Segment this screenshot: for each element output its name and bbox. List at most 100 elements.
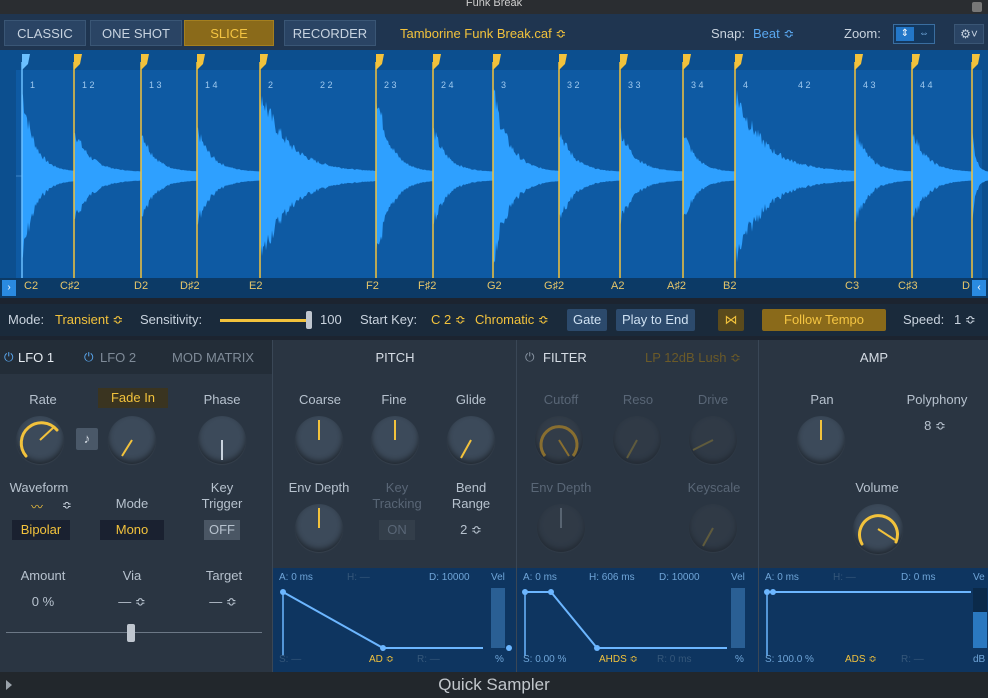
filter-env-hold[interactable]: H: 606 ms <box>589 572 635 583</box>
pitch-env-hold[interactable]: H: — <box>347 572 370 583</box>
amp-env-type-menu[interactable]: ADS ≎ <box>845 654 877 665</box>
fade-in-button[interactable]: Fade In <box>98 388 168 408</box>
mode-slice-button[interactable]: SLICE <box>184 20 274 46</box>
slice-flag-icon[interactable] <box>260 54 268 70</box>
play-to-end-button[interactable]: Play to End <box>616 309 695 331</box>
start-key-menu[interactable]: C 2 ≎ <box>431 312 466 328</box>
phase-knob[interactable] <box>198 416 246 464</box>
pitch-vel-slider[interactable] <box>491 588 505 648</box>
waveform-stepper-icon[interactable]: ≎ <box>62 498 72 512</box>
filter-env-decay[interactable]: D: 10000 <box>659 572 700 583</box>
pitch-env-attack[interactable]: A: 0 ms <box>279 572 313 583</box>
polyphony-menu[interactable]: 8 ≎ <box>915 418 955 434</box>
tab-mod-matrix[interactable]: MOD MATRIX <box>172 350 254 365</box>
snap-label: Snap: <box>711 26 745 41</box>
slice-flag-icon[interactable] <box>855 54 863 70</box>
sensitivity-slider[interactable] <box>220 319 312 322</box>
slice-flag-icon[interactable] <box>620 54 628 70</box>
file-name-menu[interactable]: Tamborine Funk Break.caf ≎ <box>400 26 566 42</box>
filter-type-menu[interactable]: LP 12dB Lush ≎ <box>645 350 741 366</box>
gate-button[interactable]: Gate <box>567 309 608 331</box>
amp-env-decay[interactable]: D: 0 ms <box>901 572 935 583</box>
rate-knob[interactable] <box>16 416 64 464</box>
filter-vel-slider[interactable] <box>731 588 745 648</box>
slice-flag-icon[interactable] <box>433 54 441 70</box>
target-menu[interactable]: — ≎ <box>200 594 246 610</box>
reso-knob[interactable] <box>613 416 661 464</box>
note-sync-icon[interactable]: ♪ <box>76 428 98 450</box>
drive-knob[interactable] <box>689 416 737 464</box>
snap-menu[interactable]: Beat ≎ <box>753 26 794 42</box>
filter-env-attack[interactable]: A: 0 ms <box>523 572 557 583</box>
glide-knob[interactable] <box>447 416 495 464</box>
scale-menu[interactable]: Chromatic ≎ <box>475 312 549 328</box>
slice-flag-icon[interactable] <box>683 54 691 70</box>
mode-one-shot-button[interactable]: ONE SHOT <box>90 20 182 46</box>
slice-flag-icon[interactable] <box>493 54 501 70</box>
gear-icon[interactable]: ⚙˅ <box>954 24 984 44</box>
amp-envelope[interactable]: A: 0 ms H: — D: 0 ms Ve S: 100.0 % ADS ≎… <box>759 568 988 672</box>
amount-value[interactable]: 0 % <box>20 594 66 609</box>
tab-lfo1[interactable]: LFO 1 <box>18 350 54 365</box>
pitch-env-type-menu[interactable]: AD ≎ <box>369 654 394 665</box>
slice-flag-icon[interactable] <box>74 54 82 70</box>
amp-env-sustain[interactable]: S: 100.0 % <box>765 654 814 665</box>
keyscale-knob[interactable] <box>689 504 737 552</box>
ruler-label: 1 3 <box>149 80 162 90</box>
key-tracking-toggle[interactable]: ON <box>379 520 415 540</box>
slice-flag-icon[interactable] <box>912 54 920 70</box>
key-trigger-toggle[interactable]: OFF <box>204 520 240 540</box>
amp-env-attack[interactable]: A: 0 ms <box>765 572 799 583</box>
slice-flag-icon[interactable] <box>972 54 980 70</box>
zoom-horizontal-icon[interactable]: ⇔ <box>916 27 932 41</box>
speed-menu[interactable]: 1 ≎ <box>954 312 976 328</box>
zoom-vertical-icon[interactable]: ⇕ <box>896 27 914 41</box>
slice-flag-icon[interactable] <box>376 54 384 70</box>
slice-flag-icon[interactable] <box>559 54 567 70</box>
lfo-mode-menu[interactable]: Mono <box>100 520 164 540</box>
volume-knob[interactable] <box>853 504 903 554</box>
coarse-knob[interactable] <box>295 416 343 464</box>
window-close-button[interactable] <box>972 2 982 12</box>
sensitivity-slider-handle[interactable] <box>306 311 312 329</box>
pitch-env-release[interactable]: R: — <box>417 654 440 665</box>
filter-env-type-menu[interactable]: AHDS ≎ <box>599 654 638 665</box>
pitch-env-depth-knob[interactable] <box>295 504 343 552</box>
recorder-button[interactable]: RECORDER <box>284 20 376 46</box>
filter-env-depth-knob[interactable] <box>537 504 585 552</box>
amp-env-hold[interactable]: H: — <box>833 572 856 583</box>
slice-flag-icon[interactable] <box>197 54 205 70</box>
slice-flag-icon[interactable] <box>735 54 743 70</box>
pitch-env-decay[interactable]: D: 10000 <box>429 572 470 583</box>
pitch-envelope[interactable]: A: 0 ms H: — D: 10000 Vel S: — AD ≎ R: —… <box>273 568 517 672</box>
amp-env-release[interactable]: R: — <box>901 654 924 665</box>
lfo2-power-icon[interactable]: ⏻ <box>84 350 94 365</box>
filter-env-sustain[interactable]: S: 0.00 % <box>523 654 566 665</box>
filter-power-icon[interactable]: ⏻ <box>525 350 535 365</box>
via-menu[interactable]: — ≎ <box>110 594 154 610</box>
filter-env-release[interactable]: R: 0 ms <box>657 654 691 665</box>
slice-flag-icon[interactable] <box>22 54 30 70</box>
scroll-left-icon[interactable]: › <box>2 280 16 296</box>
tab-lfo2[interactable]: LFO 2 <box>100 350 136 365</box>
slice-mode-menu[interactable]: Transient ≎ <box>55 312 123 328</box>
amp-vel-slider[interactable] <box>973 588 987 648</box>
amount-slider-handle[interactable] <box>127 624 135 642</box>
bend-range-menu[interactable]: 2 ≎ <box>449 522 493 538</box>
lfo1-power-icon[interactable]: ⏻ <box>4 350 14 365</box>
pan-knob[interactable] <box>797 416 845 464</box>
mode-classic-button[interactable]: CLASSIC <box>4 20 86 46</box>
slice-flag-icon[interactable] <box>141 54 149 70</box>
waveform-menu[interactable]: Bipolar <box>12 520 70 540</box>
fade-in-knob[interactable] <box>108 416 156 464</box>
fine-knob[interactable] <box>371 416 419 464</box>
follow-tempo-button[interactable]: Follow Tempo <box>762 309 886 331</box>
waveform-icon[interactable]: 〰 <box>12 498 62 516</box>
slice-key-label: C2 <box>24 280 39 292</box>
cutoff-knob[interactable] <box>535 416 583 464</box>
scroll-right-icon[interactable]: ‹ <box>972 280 986 296</box>
filter-envelope[interactable]: A: 0 ms H: 606 ms D: 10000 Vel S: 0.00 %… <box>517 568 759 672</box>
waveform-display[interactable]: 1 1 2 1 3 1 4 2 2 2 2 3 2 4 3 3 2 3 3 3 4 4 4 2 4 3 4 4 <box>0 50 988 278</box>
reverse-icon[interactable]: ⋈ <box>718 309 744 331</box>
pitch-env-sustain[interactable]: S: — <box>279 654 301 665</box>
